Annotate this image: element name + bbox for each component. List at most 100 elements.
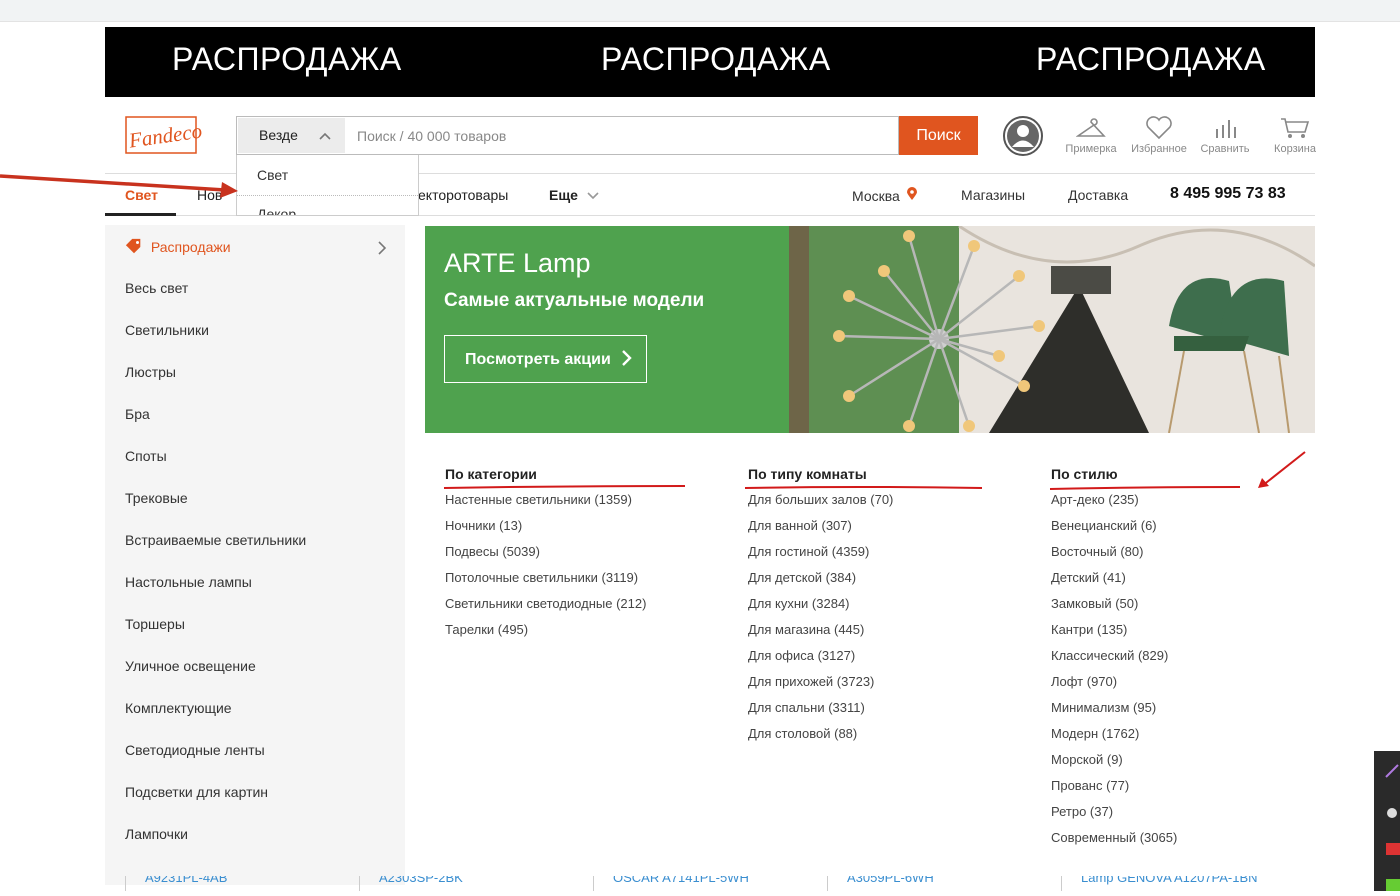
product-link[interactable]: OSCAR A7141PL-5WH — [613, 876, 749, 885]
tab-more[interactable]: Еще — [549, 187, 599, 203]
style-link[interactable]: Восточный (80) — [1051, 539, 1177, 565]
heart-icon — [1146, 116, 1172, 140]
style-link[interactable]: Минимализм (95) — [1051, 695, 1177, 721]
banner-title: ARTE Lamp — [444, 248, 591, 278]
sidebar-item-spots[interactable]: Споты — [125, 448, 167, 464]
search-scope-select[interactable]: Везде — [238, 118, 345, 153]
view-promotions-button[interactable]: Посмотреть акции — [444, 335, 647, 383]
sidebar-item-all-light[interactable]: Весь свет — [125, 280, 188, 296]
column-title: По типу комнаты — [748, 466, 867, 482]
room-type-link[interactable]: Для офиса (3127) — [748, 643, 893, 669]
active-tab-underline — [105, 213, 176, 216]
sidebar-item-chandeliers[interactable]: Люстры — [125, 364, 176, 380]
style-link[interactable]: Детский (41) — [1051, 565, 1177, 591]
favorites-label: Избранное — [1131, 143, 1187, 155]
category-link[interactable]: Потолочные светильники (3119) — [445, 565, 646, 591]
user-avatar-icon[interactable] — [1003, 116, 1043, 156]
room-type-link[interactable]: Для больших залов (70) — [748, 487, 893, 513]
scope-option-light[interactable]: Свет — [257, 167, 288, 183]
room-type-link[interactable]: Для кухни (3284) — [748, 591, 893, 617]
sale-tag-icon — [125, 238, 141, 254]
style-link[interactable]: Замковый (50) — [1051, 591, 1177, 617]
style-link[interactable]: Морской (9) — [1051, 747, 1177, 773]
search-input[interactable] — [347, 118, 897, 153]
style-link[interactable]: Венецианский (6) — [1051, 513, 1177, 539]
tab-light[interactable]: Свет — [125, 187, 158, 203]
svg-text:Fandeco: Fandeco — [126, 119, 203, 153]
promo-bar[interactable]: РАСПРОДАЖА РАСПРОДАЖА РАСПРОДАЖА — [105, 27, 1315, 97]
product-link[interactable]: A3059PL-6WH — [847, 876, 934, 885]
compare-label: Сравнить — [1200, 143, 1250, 155]
product-strip: A9231PL-4AB A2303SP-2BK OSCAR A7141PL-5W… — [105, 876, 1315, 891]
category-link[interactable]: Тарелки (495) — [445, 617, 646, 643]
banner-product-image — [789, 226, 1315, 433]
sidebar-item-led-strips[interactable]: Светодиодные ленты — [125, 742, 265, 758]
delivery-link[interactable]: Доставка — [1068, 187, 1128, 203]
view-promotions-label: Посмотреть акции — [465, 351, 611, 368]
fandeco-logo[interactable]: Fandeco — [123, 113, 205, 159]
room-type-link[interactable]: Для прихожей (3723) — [748, 669, 893, 695]
chevron-down-icon — [587, 192, 599, 200]
dropdown-divider — [237, 195, 418, 196]
search-bar: Везде — [236, 116, 899, 155]
sidebar-item-floor-lamps[interactable]: Торшеры — [125, 616, 185, 632]
scope-option-decor[interactable]: Декор — [257, 206, 296, 215]
product-divider — [1061, 876, 1062, 891]
phone-number[interactable]: 8 495 995 73 83 — [1170, 185, 1286, 203]
sidebar-item-sale[interactable]: Распродажи — [125, 238, 231, 255]
style-list: Арт-деко (235) Венецианский (6) Восточный … — [1051, 487, 1177, 851]
desktop-side-dock[interactable] — [1374, 751, 1400, 891]
search-button[interactable]: Поиск — [899, 116, 978, 155]
style-link[interactable]: Современный (3065) — [1051, 825, 1177, 851]
sidebar-item-track[interactable]: Трековые — [125, 490, 188, 506]
room-type-link[interactable]: Для спальни (3311) — [748, 695, 893, 721]
style-link[interactable]: Лофт (970) — [1051, 669, 1177, 695]
style-column: По стилю Арт-деко (235) Венецианский (6) В… — [1051, 466, 1177, 851]
product-link[interactable]: A2303SP-2BK — [379, 876, 463, 885]
style-link[interactable]: Модерн (1762) — [1051, 721, 1177, 747]
sidebar-item-outdoor[interactable]: Уличное освещение — [125, 658, 256, 674]
room-type-link[interactable]: Для столовой (88) — [748, 721, 893, 747]
style-link[interactable]: Арт-деко (235) — [1051, 487, 1177, 513]
cart-icon — [1281, 118, 1310, 138]
style-link[interactable]: Прованс (77) — [1051, 773, 1177, 799]
sidebar-item-table-lamps[interactable]: Настольные лампы — [125, 574, 252, 590]
sidebar-item-recessed[interactable]: Встраиваемые светильники — [125, 532, 306, 548]
room-type-link[interactable]: Для гостиной (4359) — [748, 539, 893, 565]
style-link[interactable]: Классический (829) — [1051, 643, 1177, 669]
sidebar-item-lamps[interactable]: Светильники — [125, 322, 209, 338]
tab-electrical-goods[interactable]: екторотовары — [418, 187, 508, 203]
category-column: По категории Настенные светильники (1359… — [445, 466, 646, 643]
style-link[interactable]: Кантри (135) — [1051, 617, 1177, 643]
chevron-right-icon — [622, 350, 632, 366]
category-link[interactable]: Настенные светильники (1359) — [445, 487, 646, 513]
sidebar-item-picture-lights[interactable]: Подсветки для картин — [125, 784, 268, 800]
sidebar-item-sconces[interactable]: Бра — [125, 406, 150, 422]
chevron-up-icon — [319, 132, 331, 140]
sidebar-item-bulbs[interactable]: Лампочки — [125, 826, 188, 842]
product-link[interactable]: A9231PL-4AB — [145, 876, 227, 885]
room-type-link[interactable]: Для магазина (445) — [748, 617, 893, 643]
chevron-right-icon — [378, 241, 387, 255]
category-link[interactable]: Светильники светодиодные (212) — [445, 591, 646, 617]
room-type-link[interactable]: Для детской (384) — [748, 565, 893, 591]
stores-link[interactable]: Магазины — [961, 187, 1025, 203]
sidebar-item-label: Распродажи — [150, 239, 231, 255]
category-link[interactable]: Подвесы (5039) — [445, 539, 646, 565]
product-divider — [359, 876, 360, 891]
product-link[interactable]: Lamp GENOVA A1207PA-1BN — [1081, 876, 1258, 885]
cart-button[interactable]: Корзина — [1265, 116, 1325, 155]
favorites-button[interactable]: Избранное — [1129, 116, 1189, 155]
compare-button[interactable]: Сравнить — [1195, 116, 1255, 155]
style-link[interactable]: Ретро (37) — [1051, 799, 1177, 825]
city-selector[interactable]: Москва — [852, 187, 917, 204]
tab-new[interactable]: Нов — [197, 187, 222, 203]
location-pin-icon — [906, 187, 917, 200]
room-type-link[interactable]: Для ванной (307) — [748, 513, 893, 539]
browser-chrome-strip — [0, 0, 1400, 22]
sidebar-item-components[interactable]: Комплектующие — [125, 700, 232, 716]
fitting-button[interactable]: Примерка — [1061, 116, 1121, 155]
promo-text: РАСПРОДАЖА — [172, 41, 402, 77]
promo-banner[interactable]: ARTE Lamp Самые актуальные модели Посмот… — [425, 226, 1315, 433]
category-link[interactable]: Ночники (13) — [445, 513, 646, 539]
